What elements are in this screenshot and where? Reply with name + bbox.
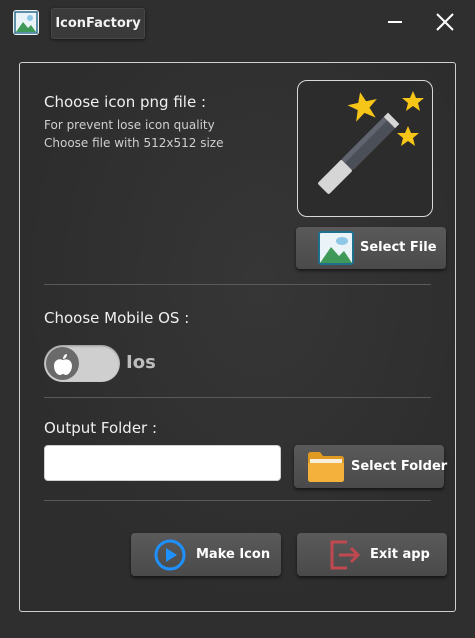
- select-folder-label: Select Folder: [351, 459, 448, 474]
- close-icon: [436, 13, 454, 31]
- folder-icon: [308, 452, 344, 482]
- exit-app-button[interactable]: Exit app: [297, 533, 447, 576]
- title-bar: IconFactory: [0, 0, 475, 44]
- app-title: IconFactory: [51, 8, 145, 39]
- exit-app-label: Exit app: [370, 547, 430, 562]
- os-toggle-knob: [46, 347, 79, 380]
- divider-1: [44, 284, 431, 285]
- exit-icon: [330, 540, 361, 570]
- image-hint-line1: For prevent lose icon quality: [44, 118, 215, 132]
- close-button[interactable]: [433, 10, 457, 34]
- select-file-button[interactable]: Select File: [296, 227, 446, 269]
- image-hint-line2: Choose file with 512x512 size: [44, 136, 224, 150]
- os-label: Ios: [126, 352, 156, 373]
- image-preview[interactable]: [297, 80, 433, 217]
- make-icon-button[interactable]: Make Icon: [131, 533, 281, 576]
- divider-3: [44, 500, 431, 501]
- image-section-heading: Choose icon png file :: [44, 93, 206, 111]
- output-folder-input[interactable]: [44, 445, 281, 481]
- make-icon-label: Make Icon: [196, 547, 271, 562]
- app-image-icon: [13, 10, 39, 35]
- os-section-heading: Choose Mobile OS :: [44, 309, 190, 327]
- magic-wand-icon: [318, 91, 424, 194]
- select-file-label: Select File: [360, 240, 437, 255]
- minimize-button[interactable]: [383, 10, 407, 34]
- play-icon: [154, 539, 186, 571]
- apple-icon: [54, 354, 72, 375]
- image-icon: [318, 231, 354, 265]
- select-folder-button[interactable]: Select Folder: [294, 445, 448, 488]
- os-toggle[interactable]: [44, 345, 120, 382]
- minimize-icon: [388, 21, 402, 23]
- divider-2: [44, 397, 431, 398]
- output-section-heading: Output Folder :: [44, 419, 158, 437]
